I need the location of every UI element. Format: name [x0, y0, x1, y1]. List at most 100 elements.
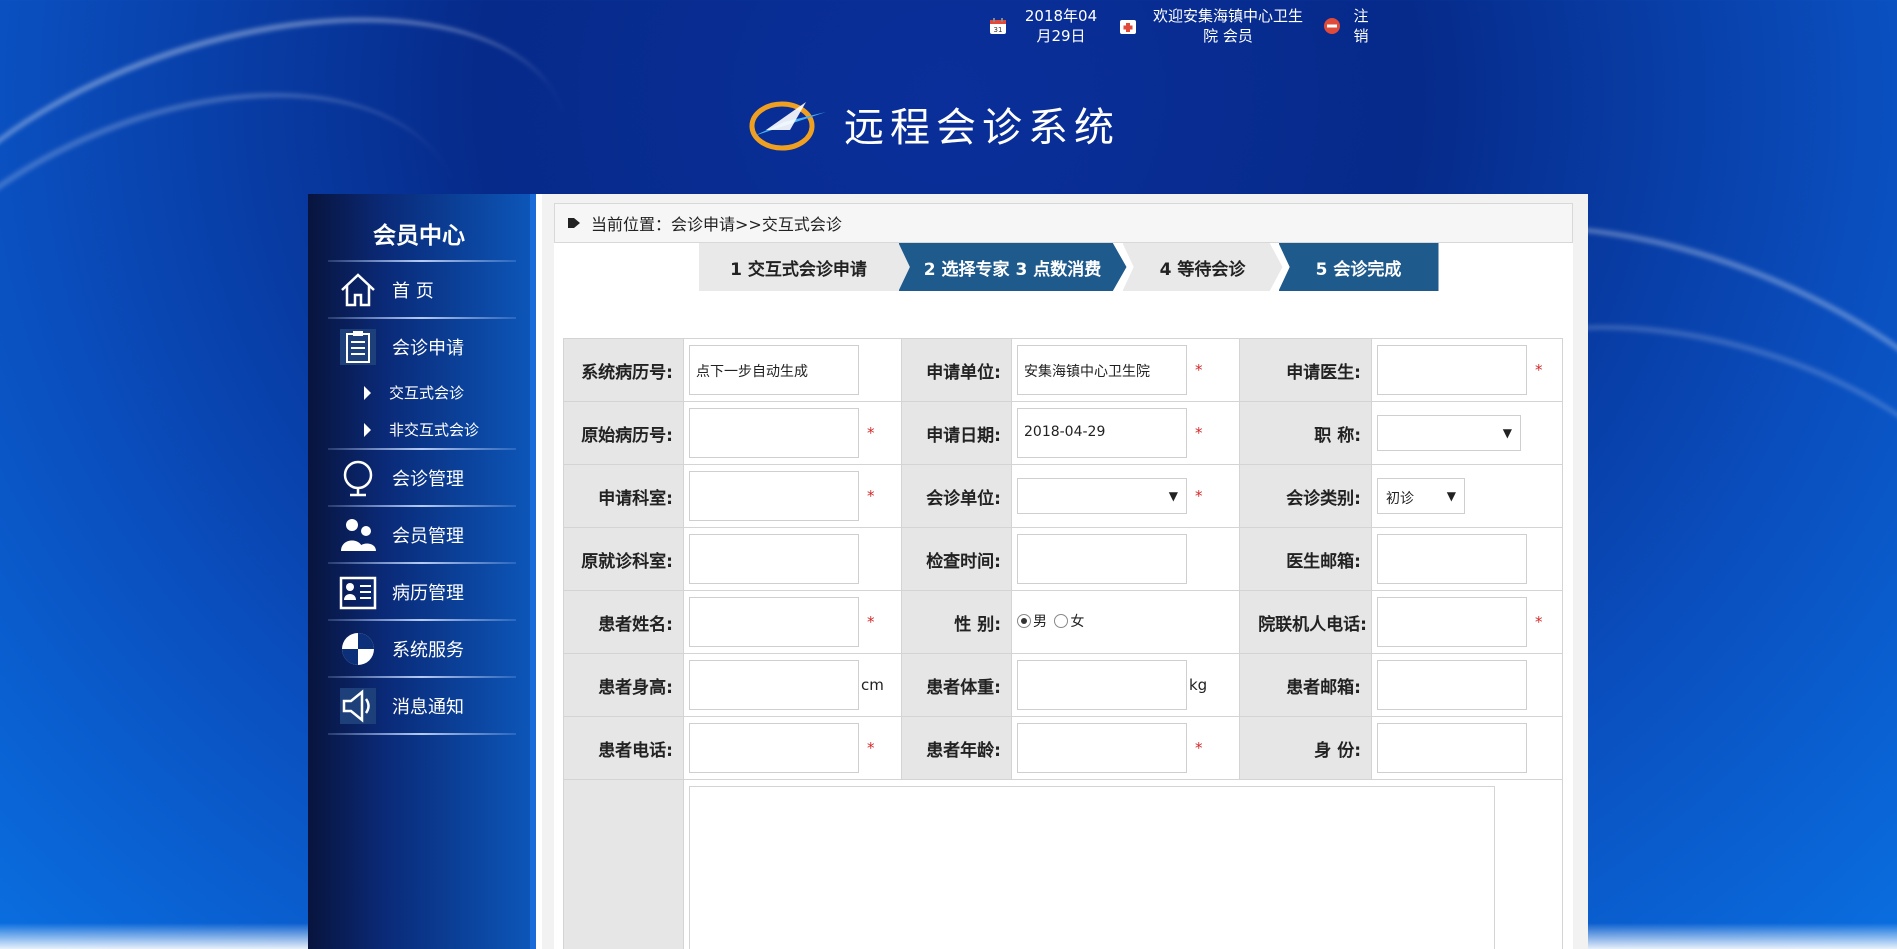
contact-phone-input[interactable]	[1377, 597, 1527, 647]
sidebar-subitem-interactive[interactable]: 交互式会诊	[308, 374, 530, 411]
sidebar-subitem-label: 非交互式会诊	[389, 421, 480, 439]
weight-input[interactable]	[1017, 660, 1187, 710]
patient-age-input[interactable]	[1017, 723, 1187, 773]
system-title: 远程会诊系统	[844, 105, 1120, 151]
sidebar-title: 会员中心	[373, 223, 465, 249]
system-logo: 远程会诊系统	[746, 90, 1120, 158]
consult-type-select[interactable]: 初诊 ▼	[1377, 478, 1465, 514]
sidebar-item-consult-apply[interactable]: 会诊申请	[308, 319, 530, 374]
sidebar-subitem-label: 交互式会诊	[389, 384, 465, 402]
form-cell	[1371, 653, 1563, 717]
speaker-icon	[340, 687, 376, 724]
form-cell: 安集海镇中心卫生院 *	[1011, 338, 1240, 402]
home-icon	[341, 272, 375, 306]
form-label: 职 称:	[1239, 401, 1372, 465]
height-input[interactable]	[689, 660, 859, 710]
step-label: 2 选择专家 3 点数消费	[923, 259, 1102, 280]
doctor-email-input[interactable]	[1377, 534, 1527, 584]
form-row: 患者电话: * 患者年龄: * 身 份:	[563, 716, 1563, 780]
step-2: 2 选择专家 3 点数消费	[898, 243, 1127, 291]
form-cell	[1011, 527, 1240, 591]
sidebar-subitem-non-interactive[interactable]: 非交互式会诊	[308, 411, 530, 448]
form-label: 患者身高:	[563, 653, 684, 717]
form-cell: 2018-04-29 *	[1011, 401, 1240, 465]
id-card-icon	[339, 576, 377, 609]
dropdown-arrow-icon: ▼	[1168, 489, 1178, 503]
logout-text[interactable]: 注销	[1352, 6, 1370, 46]
form-label: 身 份:	[1239, 716, 1372, 780]
sidebar-item-member-manage[interactable]: 会员管理	[308, 507, 530, 562]
logo-mark-icon	[749, 101, 826, 151]
sidebar-item-notifications[interactable]: 消息通知	[308, 678, 530, 733]
step-label: 5 会诊完成	[1315, 259, 1402, 280]
form-row	[563, 779, 1563, 949]
form-cell: ▼ *	[1011, 464, 1240, 528]
dropdown-arrow-icon: ▼	[1446, 489, 1456, 503]
exam-time-input[interactable]	[1017, 534, 1187, 584]
sidebar: 会员中心 首 页 会诊申请 交互式会诊 非交互式会诊 会诊管理 会员管理 病历管…	[308, 194, 530, 949]
form-label: 原始病历号:	[563, 401, 684, 465]
breadcrumb-text: 当前位置：会诊申请>>交互式会诊	[591, 215, 842, 234]
sidebar-item-label: 会诊申请	[392, 337, 464, 359]
required-mark: *	[1195, 739, 1203, 757]
form-label: 性 别:	[901, 590, 1012, 654]
apply-doctor-input[interactable]	[1377, 345, 1527, 395]
required-mark: *	[867, 613, 875, 631]
orig-dept-input[interactable]	[689, 534, 859, 584]
gender-female-radio[interactable]: 女	[1054, 611, 1084, 631]
form-row: 患者身高: cm 患者体重: kg 患者邮箱:	[563, 653, 1563, 717]
form-cell: *	[683, 464, 902, 528]
radio-checked-icon	[1017, 614, 1031, 628]
patient-name-input[interactable]	[689, 597, 859, 647]
step-label: 1 交互式会诊申请	[730, 259, 867, 280]
sidebar-item-label: 消息通知	[392, 696, 464, 718]
orig-record-input[interactable]	[689, 408, 859, 458]
form-cell: 点下一步自动生成	[683, 338, 902, 402]
main-panel: 会员中心 首 页 会诊申请 交互式会诊 非交互式会诊 会诊管理 会员管理 病历管…	[308, 194, 1588, 949]
date-text: 2018年04月29日	[1024, 7, 1098, 45]
logout-link[interactable]: 注销	[1322, 6, 1370, 46]
description-textarea[interactable]	[689, 786, 1495, 949]
apply-unit-input[interactable]: 安集海镇中心卫生院	[1017, 345, 1187, 395]
form-label: 会诊单位:	[901, 464, 1012, 528]
form-cell: *	[683, 401, 902, 465]
identity-input[interactable]	[1377, 723, 1527, 773]
required-mark: *	[1535, 613, 1543, 631]
consult-type-value: 初诊	[1386, 491, 1414, 507]
form-label: 申请日期:	[901, 401, 1012, 465]
sidebar-item-system-service[interactable]: 系统服务	[308, 621, 530, 676]
sidebar-item-consult-manage[interactable]: 会诊管理	[308, 450, 530, 505]
patient-phone-input[interactable]	[689, 723, 859, 773]
form-label: 医生邮箱:	[1239, 527, 1372, 591]
form-cell: 初诊 ▼	[1371, 464, 1563, 528]
form-cell: ▼	[1371, 401, 1563, 465]
form-row: 原就诊科室: 检查时间: 医生邮箱:	[563, 527, 1563, 591]
form-row: 原始病历号: * 申请日期: 2018-04-29 * 职 称: ▼	[563, 401, 1563, 465]
shield-icon	[342, 632, 374, 665]
form-cell	[683, 527, 902, 591]
title-select[interactable]: ▼	[1377, 415, 1521, 451]
sidebar-item-record-manage[interactable]: 病历管理	[308, 564, 530, 619]
gender-male-radio[interactable]: 男	[1017, 611, 1047, 631]
form-label: 申请科室:	[563, 464, 684, 528]
step-4: 5 会诊完成	[1278, 243, 1439, 291]
unit-label: kg	[1189, 676, 1208, 694]
consult-unit-select[interactable]: ▼	[1017, 478, 1187, 514]
sidebar-divider	[530, 194, 536, 949]
form-label: 会诊类别:	[1239, 464, 1372, 528]
apply-date-input[interactable]: 2018-04-29	[1017, 408, 1187, 458]
hospital-icon	[1120, 20, 1136, 34]
divider	[328, 733, 516, 735]
required-mark: *	[867, 487, 875, 505]
apply-dept-input[interactable]	[689, 471, 859, 521]
sidebar-item-label: 系统服务	[392, 639, 464, 661]
sidebar-item-label: 病历管理	[392, 582, 464, 604]
sidebar-item-home[interactable]: 首 页	[308, 262, 530, 317]
required-mark: *	[867, 424, 875, 442]
patient-email-input[interactable]	[1377, 660, 1527, 710]
form-label: 患者姓名:	[563, 590, 684, 654]
form-row: 申请科室: * 会诊单位: ▼ * 会诊类别: 初诊 ▼	[563, 464, 1563, 528]
caret-right-icon	[364, 385, 371, 400]
record-no-input[interactable]: 点下一步自动生成	[689, 345, 859, 395]
sidebar-item-label: 会诊管理	[392, 468, 464, 490]
